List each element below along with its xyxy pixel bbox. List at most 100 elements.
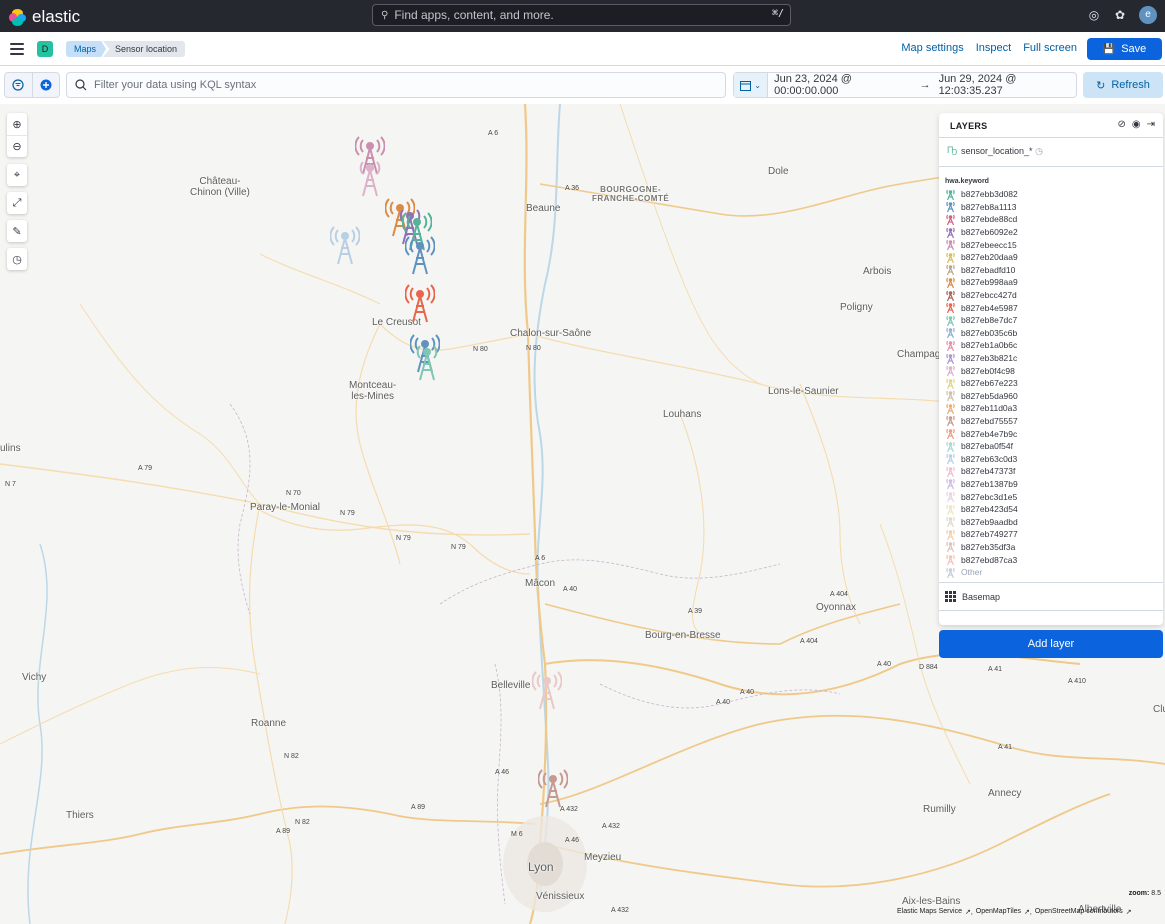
help-icon[interactable]: ◎ [1087,8,1101,22]
road-label: N 79 [396,535,411,542]
date-picker: ⌄ Jun 23, 2024 @ 00:00:00.000 → Jun 29, … [733,72,1077,98]
inspect-link[interactable]: Inspect [976,42,1011,54]
antenna-icon [946,567,955,578]
place-label: Montceau- les-Mines [349,380,397,402]
antenna-icon [946,202,955,213]
legend-item: b827ebcc427d [945,289,1018,302]
hide-all-icon[interactable]: ⊘ [1117,119,1125,130]
elastic-logo[interactable]: elastic [9,7,80,27]
external-link-icon: ↗, [1024,909,1032,916]
road-label: A 39 [688,608,703,615]
calendar-icon[interactable]: ⌄ [734,73,769,97]
layers-panel: LAYERS ⊘ ◉ ⇥ Ҧ sensor_location_* ◷ hwa.k… [939,113,1163,625]
sensor-marker[interactable] [538,767,568,809]
legend-label: b827eb423d54 [961,504,1018,515]
layer-name[interactable]: sensor_location_* ◷ [961,146,1043,157]
add-layer-button[interactable]: Add layer [939,630,1163,658]
legend-item: b827eb0f4c98 [945,364,1018,377]
basemap-layer[interactable]: Basemap [945,591,1000,602]
road-label: A 404 [830,591,848,598]
sensor-marker[interactable] [330,224,360,266]
start-date[interactable]: Jun 23, 2024 @ 00:00:00.000 [774,73,911,97]
antenna-icon [946,416,955,427]
place-label: Champag [897,349,941,360]
legend-item: Other [945,566,1018,579]
layer-type-icon: Ҧ [947,145,958,155]
antenna-icon [946,453,955,465]
antenna-icon [946,290,955,301]
space-avatar[interactable]: D [37,41,53,57]
sensor-marker[interactable] [405,234,435,276]
filter-menu-icon[interactable] [5,73,32,97]
legend-item: b827eb6092e2 [945,226,1018,239]
attribution-link[interactable]: OpenMapTiles [976,908,1021,916]
global-search-input[interactable]: ⚲ Find apps, content, and more. ⌘/ [372,4,791,26]
save-button[interactable]: 💾 Save [1087,38,1162,60]
legend-item: b827eba0f54f [945,440,1018,453]
place-label: Belleville [491,680,531,691]
timeslider-control: ◷ [7,248,27,270]
locate-control: ⌖ [7,164,27,186]
road-label: A 79 [138,465,153,472]
draw-tools-icon[interactable]: ✎ [7,220,27,242]
legend-label: b827eb8a1113 [961,201,1017,212]
antenna-icon [946,315,955,326]
sensor-marker[interactable] [412,340,442,382]
attribution-link[interactable]: OpenStreetMap contributors [1035,908,1123,916]
legend-item: b827eb998aa9 [945,276,1018,289]
road-label: A 432 [611,907,629,914]
legend-item: b827eb035c6b [945,327,1018,340]
legend-item: b827eb63c0d3 [945,452,1018,465]
antenna-icon [946,353,955,364]
legend-label: b827eb5da960 [961,390,1018,401]
legend-item: b827ebadfd10 [945,264,1018,277]
legend-item: b827ebd75557 [945,415,1018,428]
layers-title: LAYERS [950,121,988,131]
newsfeed-icon[interactable]: ✿ [1113,8,1127,22]
add-filter-icon[interactable] [31,73,59,97]
zoom-controls: ⊕ ⊖ [7,113,27,157]
external-link-icon: ↗ [1125,909,1132,916]
eye-icon[interactable]: ◉ [1132,119,1141,130]
full-screen-link[interactable]: Full screen [1023,42,1077,54]
place-label: Roanne [251,718,287,729]
sensor-marker[interactable] [405,282,435,324]
legend-item: b827eb9aadbd [945,515,1018,528]
zoom-out-icon[interactable]: ⊖ [7,135,27,157]
end-date[interactable]: Jun 29, 2024 @ 12:03:35.237 [939,73,1076,97]
search-icon: ⚲ [381,9,389,21]
legend-item: b827eb423d54 [945,503,1018,516]
road-label: A 40 [740,689,755,696]
place-label: Poligny [840,302,873,313]
search-icon [75,79,87,94]
menu-icon[interactable] [10,43,24,55]
map-settings-link[interactable]: Map settings [901,42,963,54]
sensor-marker[interactable] [355,156,385,198]
sensor-marker[interactable] [532,669,562,711]
region-label: BOURGOGNE- FRANCHE-COMTÉ [592,185,670,203]
attribution-link[interactable]: Elastic Maps Service [897,908,962,916]
refresh-button[interactable]: ↻ Refresh [1083,72,1163,98]
road-label: A 40 [877,661,892,668]
antenna-icon [946,428,955,440]
legend-label: b827eba0f54f [961,441,1013,452]
fit-to-data-icon[interactable]: ⤢ [7,192,27,214]
place-label: Thiers [66,810,94,821]
road-label: A 6 [535,555,546,562]
place-label: Mâcon [525,578,556,589]
legend-item: b827eb35df3a [945,541,1018,554]
collapse-panel-icon[interactable]: ⇥ [1147,119,1155,130]
global-search-placeholder: Find apps, content, and more. [394,8,554,22]
legend-field: hwa.keyword [945,178,989,185]
zoom-in-icon[interactable]: ⊕ [7,113,27,135]
legend-label: b827ebeecc15 [961,239,1017,250]
external-link-icon: ↗, [964,909,973,916]
timeslider-icon[interactable]: ◷ [7,248,27,270]
kql-search-input[interactable]: Filter your data using KQL syntax [66,72,726,98]
breadcrumb-maps[interactable]: Maps [66,41,107,57]
antenna-icon [946,365,955,377]
road-label: A 410 [1068,678,1086,685]
antenna-icon [946,265,955,276]
set-view-icon[interactable]: ⌖ [7,164,27,186]
user-avatar[interactable]: e [1139,6,1157,24]
